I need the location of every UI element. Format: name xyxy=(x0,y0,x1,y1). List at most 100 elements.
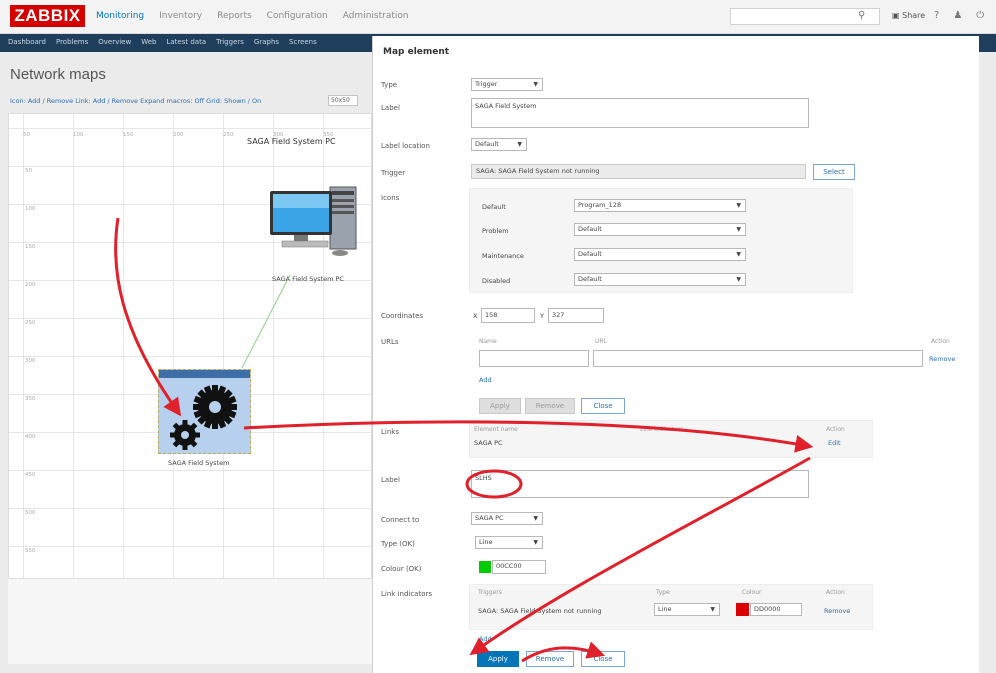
chevron-down-icon: ▼ xyxy=(533,515,538,522)
colour-ok-input[interactable]: 00CC00 xyxy=(492,560,546,574)
connect-to-label: Connect to xyxy=(381,516,420,524)
trigger-field: SAGA: SAGA Field System not running xyxy=(471,164,806,179)
subnav-latest-data[interactable]: Latest data xyxy=(166,38,206,46)
subnav-web[interactable]: Web xyxy=(141,38,156,46)
apply-button[interactable]: Apply xyxy=(477,651,519,667)
connect-to-select[interactable]: SAGA PC ▼ xyxy=(471,512,543,525)
chevron-down-icon: ▼ xyxy=(517,141,522,148)
top-menu: Monitoring Inventory Reports Configurati… xyxy=(96,11,409,21)
help-icon[interactable]: ? xyxy=(934,10,939,21)
share-button[interactable]: ▣ Share xyxy=(892,11,925,20)
subnav-overview[interactable]: Overview xyxy=(98,38,131,46)
edit-link[interactable]: Edit xyxy=(828,439,841,447)
links-action-header: Action xyxy=(826,426,845,433)
grid-row-label: 400 xyxy=(25,434,36,440)
add-url-link[interactable]: Add xyxy=(479,376,492,384)
url-name-input[interactable] xyxy=(479,350,589,367)
ind-remove-link[interactable]: Remove xyxy=(824,607,850,615)
x-coordinate-input[interactable]: 158 xyxy=(481,308,535,323)
icons-panel: Default Program_128 ▼ Problem Default ▼ Ma… xyxy=(469,188,853,293)
close-button[interactable]: Close xyxy=(581,398,625,414)
menu-reports[interactable]: Reports xyxy=(217,11,252,21)
label-location-value: Default xyxy=(475,140,499,148)
link-label-textarea[interactable]: SLHS xyxy=(471,470,809,498)
icon-problem-label: Problem xyxy=(482,227,509,235)
type-ok-select[interactable]: Line ▼ xyxy=(475,536,543,549)
user-icon[interactable]: ♟ xyxy=(953,10,962,21)
remove-button-disabled: Remove xyxy=(525,398,575,414)
icon-default-label: Default xyxy=(482,203,506,211)
top-bar-icons: ? ♟ ⏻ xyxy=(934,10,984,21)
ind-trigger-header: Triggers xyxy=(478,589,502,596)
select-trigger-button[interactable]: Select xyxy=(813,164,855,180)
grid-row-label: 150 xyxy=(25,244,36,250)
urls-label: URLs xyxy=(381,338,399,346)
chevron-down-icon: ▼ xyxy=(736,251,741,258)
trigger-label: Trigger xyxy=(381,169,406,177)
selected-map-element[interactable] xyxy=(158,369,251,454)
menu-monitoring[interactable]: Monitoring xyxy=(96,11,144,21)
grid-row-label: 50 xyxy=(25,168,32,174)
url-input[interactable] xyxy=(593,350,923,367)
colour-ok-swatch[interactable] xyxy=(479,561,491,573)
menu-configuration[interactable]: Configuration xyxy=(267,11,328,21)
grid-col-label: 200 xyxy=(173,132,184,138)
links-panel: Element name Link indicators Action SAGA… xyxy=(469,420,873,458)
icon-maintenance-label: Maintenance xyxy=(482,252,524,260)
y-label: Y xyxy=(540,312,544,320)
ind-type-select[interactable]: Line ▼ xyxy=(654,603,720,616)
element-title-bar xyxy=(159,370,250,378)
ind-trigger-name: SAGA: SAGA Field System not running xyxy=(478,607,602,615)
subnav-screens[interactable]: Screens xyxy=(289,38,317,46)
subnav-graphs[interactable]: Graphs xyxy=(254,38,279,46)
type-select[interactable]: Trigger ▼ xyxy=(471,78,543,91)
page-title: Network maps xyxy=(10,66,106,83)
ind-type-header: Type xyxy=(656,589,670,596)
urls-name-header: Name xyxy=(479,338,497,345)
grid-col-label: 150 xyxy=(123,132,134,138)
icons-label: Icons xyxy=(381,194,400,202)
remove-button[interactable]: Remove xyxy=(526,651,574,667)
icon-default-select[interactable]: Program_128 ▼ xyxy=(574,199,746,212)
ind-colour-header: Colour xyxy=(742,589,762,596)
chevron-down-icon: ▼ xyxy=(736,226,741,233)
power-icon[interactable]: ⏻ xyxy=(976,10,984,21)
urls-url-header: URL xyxy=(595,338,607,345)
icon-default-value: Program_128 xyxy=(578,201,622,209)
map-title-label: SAGA Field System PC xyxy=(247,137,336,146)
chevron-down-icon: ▼ xyxy=(736,276,741,283)
link-label-label: Label xyxy=(381,476,400,484)
icon-disabled-label: Disabled xyxy=(482,277,511,285)
desktop-computer-icon[interactable] xyxy=(268,183,360,263)
grid-size-select[interactable]: 50x50 xyxy=(328,95,358,106)
ind-action-header: Action xyxy=(826,589,845,596)
grid-row-label: 350 xyxy=(25,396,36,402)
menu-administration[interactable]: Administration xyxy=(343,11,409,21)
ind-add-link[interactable]: Add xyxy=(479,635,492,643)
y-coordinate-input[interactable]: 327 xyxy=(548,308,604,323)
icon-problem-select[interactable]: Default ▼ xyxy=(574,223,746,236)
subnav-dashboard[interactable]: Dashboard xyxy=(8,38,46,46)
close-bottom-button[interactable]: Close xyxy=(581,651,625,667)
chevron-down-icon: ▼ xyxy=(533,539,538,546)
menu-inventory[interactable]: Inventory xyxy=(159,11,202,21)
remove-url-link[interactable]: Remove xyxy=(929,355,955,363)
zabbix-logo[interactable]: ZABBIX xyxy=(10,5,85,27)
grid-row-label: 200 xyxy=(25,282,36,288)
icon-disabled-value: Default xyxy=(578,275,602,283)
ind-colour-input[interactable]: DD0000 xyxy=(750,603,802,616)
subnav-triggers[interactable]: Triggers xyxy=(216,38,244,46)
map-edit-toolbar[interactable]: Icon: Add / Remove Link: Add / Remove Ex… xyxy=(10,97,360,105)
icon-disabled-select[interactable]: Default ▼ xyxy=(574,273,746,286)
label-label: Label xyxy=(381,104,400,112)
icon-maintenance-select[interactable]: Default ▼ xyxy=(574,248,746,261)
search-icon[interactable]: ⚲ xyxy=(858,10,865,21)
chevron-down-icon: ▼ xyxy=(533,81,538,88)
label-location-select[interactable]: Default ▼ xyxy=(471,138,527,151)
links-label: Links xyxy=(381,428,399,436)
grid-col-label: 50 xyxy=(23,132,30,138)
subnav-problems[interactable]: Problems xyxy=(56,38,88,46)
label-textarea[interactable]: SAGA Field System xyxy=(471,98,809,128)
ind-colour-swatch[interactable] xyxy=(736,603,749,616)
icon-problem-value: Default xyxy=(578,225,602,233)
